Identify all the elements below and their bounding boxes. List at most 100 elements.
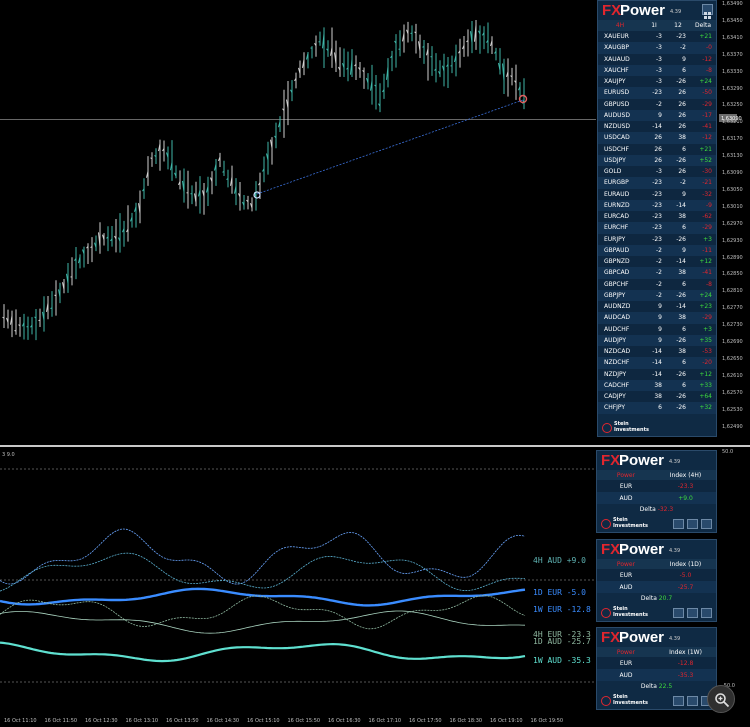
strength-row[interactable]: CADJPY 38 -26 +64 <box>598 391 716 403</box>
strength-row[interactable]: EURCHF -23 6 -29 <box>598 222 716 234</box>
delta-label: Delta <box>639 506 658 513</box>
pair-symbol: AUDJPY <box>604 336 627 344</box>
chart-button[interactable] <box>687 519 698 529</box>
value-b: 26 <box>678 123 686 131</box>
value-a: -23 <box>652 213 662 221</box>
delta-value: -21 <box>702 179 712 187</box>
value-b: 6 <box>682 224 686 232</box>
alert-button[interactable] <box>673 608 684 618</box>
strength-row[interactable]: GOLD -3 26 -30 <box>598 166 716 178</box>
strength-row[interactable]: CHFJPY 6 -26 +32 <box>598 402 716 414</box>
strength-row[interactable]: XAUCHF -3 6 -8 <box>598 64 716 76</box>
value-b: -14 <box>676 303 686 311</box>
pair-symbol: USDJPY <box>604 156 626 164</box>
col-header-power: Power <box>616 471 636 479</box>
fxpower-rows: XAUEUR -3 -23 +21 XAUGBP -3 -2 -0 XAUAUD -3 9 -12 XA… <box>598 31 716 414</box>
fxpower-index-panel: FX Power 4.39 Power Index (1D) EUR -5.0 AUD -25.… <box>596 539 717 622</box>
delta-value: 22.5 <box>658 683 673 690</box>
currency-code: EUR <box>619 659 633 667</box>
delta-value: +23 <box>699 303 712 311</box>
strength-row[interactable]: GBPAUD -2 9 -11 <box>598 244 716 256</box>
col-header-index: Index (1D) <box>669 560 702 568</box>
alert-button[interactable] <box>673 519 684 529</box>
value-b: 6 <box>682 359 686 367</box>
value-a: -23 <box>652 190 662 198</box>
value-b: 26 <box>678 111 686 119</box>
grid-button[interactable] <box>701 608 712 618</box>
currency-code: AUD <box>619 583 633 591</box>
price-tick: 1,63010 <box>722 203 743 210</box>
strength-row[interactable]: XAUGBP -3 -2 -0 <box>598 42 716 54</box>
strength-row[interactable]: GBPCHF -2 6 -8 <box>598 278 716 290</box>
currency-row: EUR -5.0 <box>597 569 716 581</box>
strength-row[interactable]: GBPCAD -2 38 -41 <box>598 267 716 279</box>
value-a: -2 <box>656 100 662 108</box>
stein-footer: Stein Investments <box>597 516 716 532</box>
price-tick: 1,63090 <box>722 170 743 176</box>
value-a: -3 <box>656 44 662 52</box>
strength-row[interactable]: EURUSD -23 26 -50 <box>598 87 716 99</box>
value-b: -26 <box>676 291 686 299</box>
value-b: 26 <box>678 168 686 176</box>
indicator-series-label: 4H AUD +9.0 <box>533 556 586 565</box>
strength-row[interactable]: AUDCHF 9 6 +3 <box>598 323 716 335</box>
strength-row[interactable]: USDCAD 26 38 -12 <box>598 132 716 144</box>
strength-row[interactable]: XAUEUR -3 -23 +21 <box>598 31 716 43</box>
price-tick: 1,62530 <box>722 406 743 413</box>
value-b: -26 <box>676 370 686 378</box>
delta-value: -11 <box>702 246 712 254</box>
strength-row[interactable]: GBPNZD -2 -14 +12 <box>598 256 716 268</box>
mini-header: FX Power 4.39 <box>597 451 716 470</box>
value-a: -3 <box>656 55 662 63</box>
time-tick: 16 Oct 13:10 <box>125 718 159 724</box>
strength-row[interactable]: AUDCAD 9 38 -29 <box>598 312 716 324</box>
fxpower-strength-panel: FX Power 4.39 4H 1I 12 Delta XAUEUR -3 -23… <box>597 0 717 437</box>
alert-button[interactable] <box>673 696 684 706</box>
strength-row[interactable]: NZDJPY -14 -26 +12 <box>598 368 716 380</box>
mini-column-headers: Power Index (1D) <box>597 559 716 569</box>
stein-footer: Stein Investments <box>598 420 716 436</box>
strength-row[interactable]: AUDNZD 9 -14 +23 <box>598 301 716 313</box>
value-a: -14 <box>652 348 662 356</box>
strength-row[interactable]: NZDUSD -14 26 -41 <box>598 121 716 133</box>
grid-button[interactable] <box>701 519 712 529</box>
strength-row[interactable]: EURAUD -23 9 -32 <box>598 188 716 200</box>
pair-symbol: AUDNZD <box>604 303 631 311</box>
strength-row[interactable]: GBPJPY -2 -26 +24 <box>598 289 716 301</box>
trend-line <box>256 99 524 195</box>
delta-value: -29 <box>702 224 712 232</box>
strength-row[interactable]: AUDJPY 9 -26 +35 <box>598 334 716 346</box>
strength-row[interactable]: NZDCHF -14 6 -20 <box>598 357 716 369</box>
strength-row[interactable]: USDCHF 26 6 +21 <box>598 143 716 155</box>
strength-row[interactable]: EURJPY -23 -26 +3 <box>598 233 716 245</box>
strength-row[interactable]: EURNZD -23 -14 -9 <box>598 199 716 211</box>
chart-button[interactable] <box>687 696 698 706</box>
pair-symbol: EURJPY <box>604 235 626 243</box>
pair-symbol: AUDCHF <box>604 325 630 333</box>
strength-row[interactable]: EURGBP -23 -2 -21 <box>598 177 716 189</box>
strength-row[interactable]: AUDUSD 9 26 -17 <box>598 109 716 121</box>
panel-settings-button[interactable] <box>702 4 713 19</box>
delta-value: -32 <box>702 190 712 198</box>
fxpower-logo-fx: FX <box>602 2 622 19</box>
value-b: -23 <box>676 33 686 41</box>
strength-row[interactable]: USDJPY 26 -26 +52 <box>598 154 716 166</box>
delta-value: +33 <box>699 381 712 389</box>
price-tick: 1,63210 <box>722 119 743 126</box>
zoom-button[interactable] <box>707 685 735 713</box>
delta-row: Delta 20.7 <box>597 593 716 605</box>
mini-header: FX Power 4.39 <box>597 628 716 647</box>
col-header-index: Index (1W) <box>669 648 702 656</box>
strength-row[interactable]: NZDCAD -14 38 -53 <box>598 346 716 358</box>
series-4h-eur <box>0 528 526 585</box>
chart-button[interactable] <box>687 608 698 618</box>
delta-value: -30 <box>702 168 712 176</box>
pair-symbol: GBPJPY <box>604 291 626 299</box>
strength-row[interactable]: GBPUSD -2 26 -29 <box>598 98 716 110</box>
value-a: -2 <box>656 291 662 299</box>
delta-value: +24 <box>699 291 712 299</box>
strength-row[interactable]: XAUAUD -3 9 -12 <box>598 53 716 65</box>
strength-row[interactable]: EURCAD -23 38 -62 <box>598 211 716 223</box>
strength-row[interactable]: CADCHF 38 6 +33 <box>598 379 716 391</box>
strength-row[interactable]: XAUJPY -3 -26 +24 <box>598 76 716 88</box>
